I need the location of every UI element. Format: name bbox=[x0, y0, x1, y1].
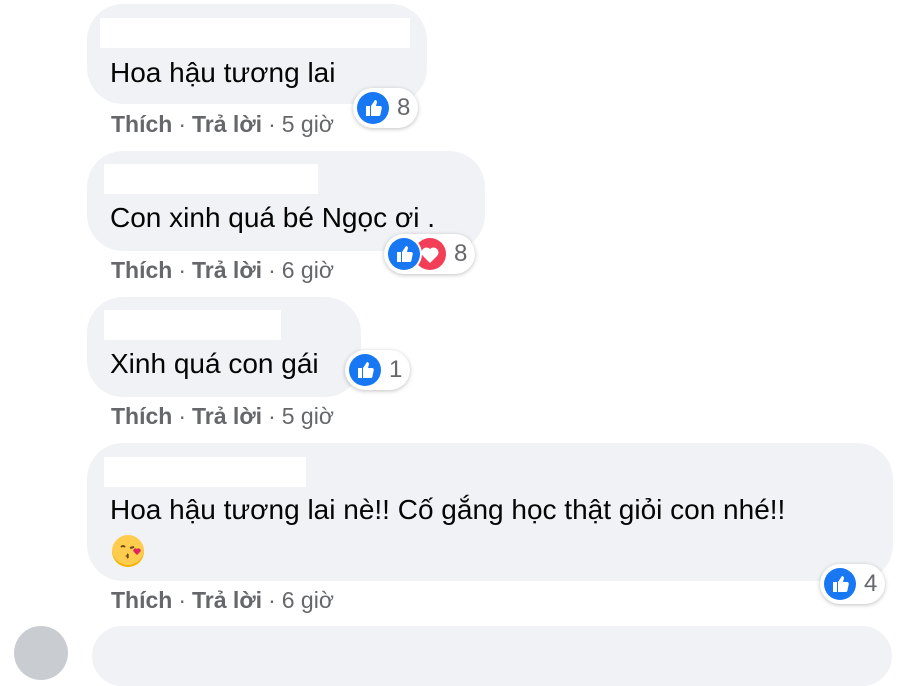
like-action[interactable]: Thích bbox=[111, 111, 172, 137]
next-comment-bubble bbox=[92, 626, 892, 686]
reply-action[interactable]: Trả lời bbox=[192, 403, 262, 429]
comment-time[interactable]: 5 giờ bbox=[282, 403, 334, 429]
like-action[interactable]: Thích bbox=[111, 587, 172, 613]
comment-time[interactable]: 6 giờ bbox=[282, 587, 334, 613]
reaction-summary[interactable]: 8 bbox=[384, 234, 476, 274]
comment-text: Con xinh quá bé Ngọc ơi . bbox=[110, 202, 435, 233]
comment-time[interactable]: 6 giờ bbox=[282, 257, 334, 283]
like-action[interactable]: Thích bbox=[111, 403, 172, 429]
reaction-count: 1 bbox=[389, 356, 403, 383]
like-action[interactable]: Thích bbox=[111, 257, 172, 283]
reaction-count: 8 bbox=[454, 240, 468, 267]
avatar[interactable] bbox=[14, 626, 68, 680]
redacted-author-name bbox=[104, 310, 281, 340]
reaction-summary[interactable]: 8 bbox=[353, 88, 419, 128]
comment-actions: Thích · Trả lời · 5 giờ bbox=[111, 111, 334, 137]
comment-text: Hoa hậu tương lai bbox=[110, 57, 336, 88]
thumbs-up-icon bbox=[388, 238, 420, 270]
comment-actions: Thích · Trả lời · 5 giờ bbox=[111, 403, 334, 429]
reaction-count: 8 bbox=[397, 94, 411, 121]
reply-action[interactable]: Trả lời bbox=[192, 587, 262, 613]
thumbs-up-icon bbox=[357, 92, 389, 124]
kissing-heart-emoji bbox=[112, 535, 144, 567]
comment-actions: Thích · Trả lời · 6 giờ bbox=[111, 587, 334, 613]
thumbs-up-icon bbox=[824, 568, 856, 600]
comment-actions: Thích · Trả lời · 6 giờ bbox=[111, 257, 334, 283]
reaction-count: 4 bbox=[864, 570, 878, 597]
comment-text: Hoa hậu tương lai nè!! Cố gắng học thật … bbox=[110, 494, 786, 525]
reaction-summary[interactable]: 1 bbox=[345, 350, 411, 390]
reply-action[interactable]: Trả lời bbox=[192, 111, 262, 137]
redacted-author-name bbox=[104, 164, 318, 194]
reaction-summary[interactable]: 4 bbox=[820, 564, 886, 604]
redacted-author-name bbox=[100, 18, 410, 48]
reply-action[interactable]: Trả lời bbox=[192, 257, 262, 283]
thumbs-up-icon bbox=[349, 354, 381, 386]
comment-text: Xinh quá con gái bbox=[110, 348, 319, 379]
comment-time[interactable]: 5 giờ bbox=[282, 111, 334, 137]
redacted-author-name bbox=[104, 457, 306, 487]
